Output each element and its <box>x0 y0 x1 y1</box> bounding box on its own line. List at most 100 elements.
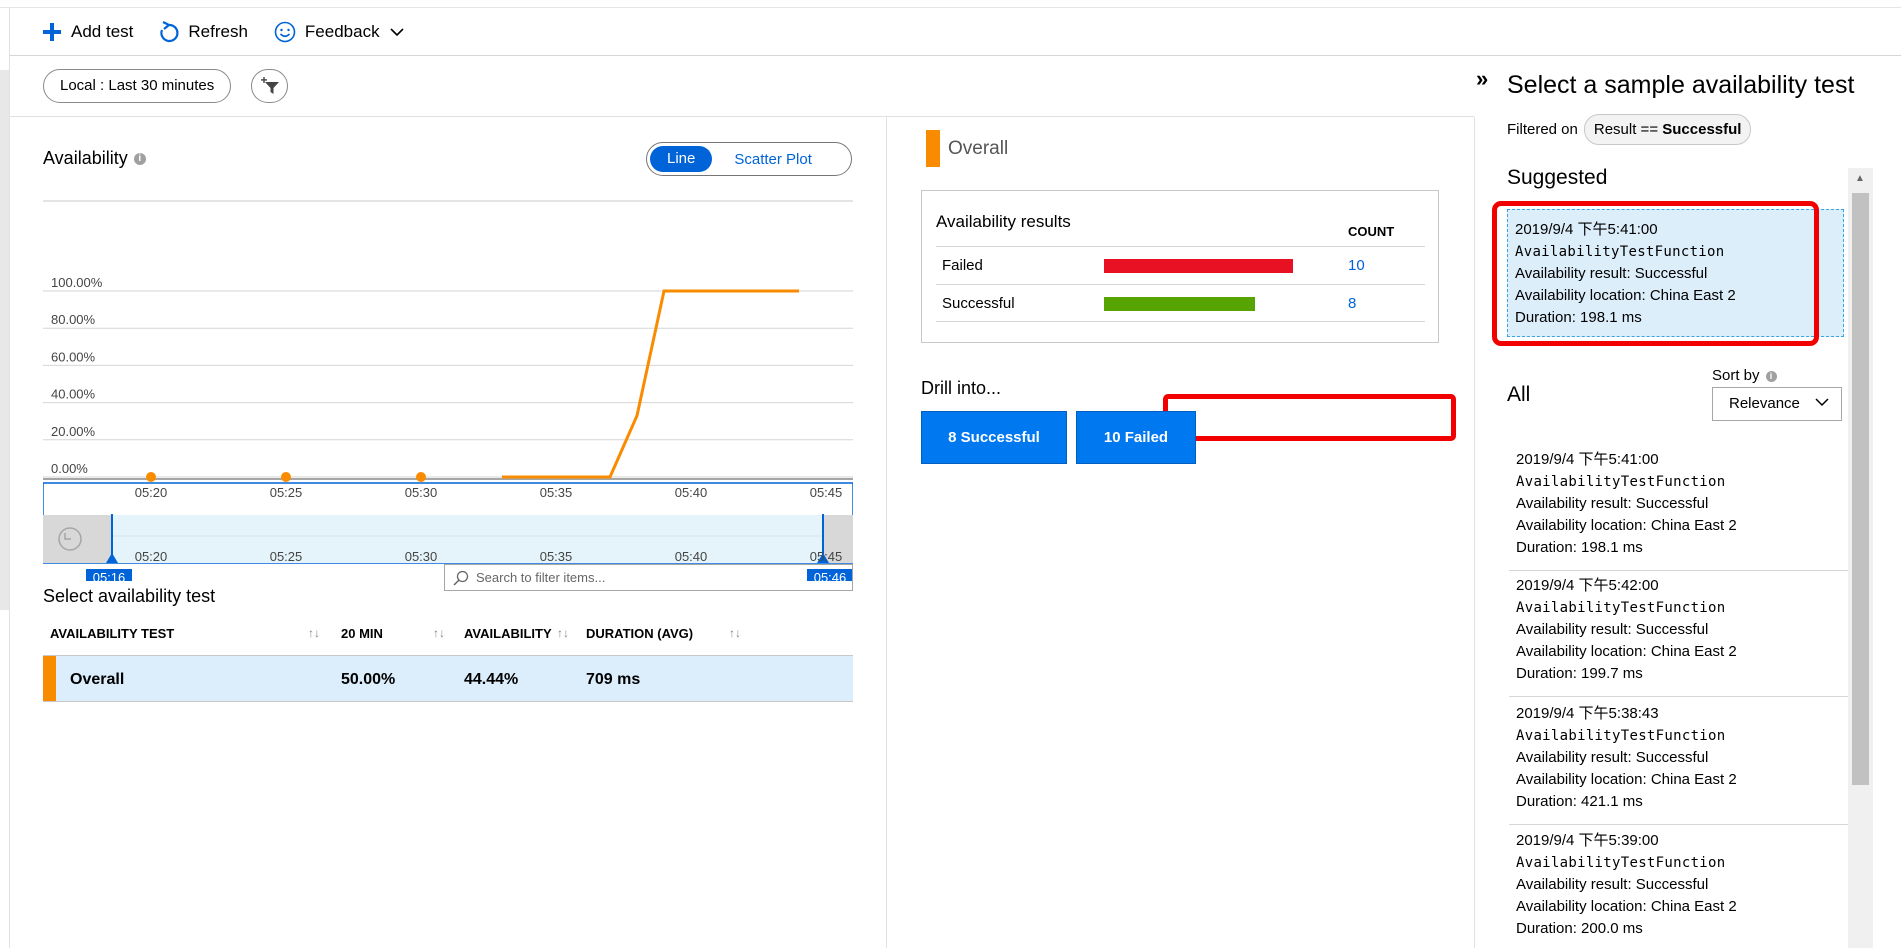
location-value: China East 2 <box>1650 898 1737 915</box>
x-tick-label: 05:45 <box>810 485 843 500</box>
filter-chip[interactable]: Result == Successful <box>1583 114 1752 145</box>
table-row[interactable]: Overall 50.00% 44.44% 709 ms <box>43 655 853 702</box>
sample-function: AvailabilityTestFunction <box>1516 728 1726 744</box>
sample-duration: Duration: 199.7 ms <box>1516 663 1841 685</box>
result-value: Successful <box>1635 876 1709 893</box>
count-header: COUNT <box>1348 224 1395 239</box>
sort-by-label: Sort by i <box>1712 367 1777 384</box>
brush-tick-label: 05:30 <box>405 549 438 564</box>
time-range-pill[interactable]: Local : Last 30 minutes <box>43 69 232 103</box>
location-value: China East 2 <box>1650 643 1737 660</box>
sample-result: Availability result: Successful <box>1516 874 1841 896</box>
legend-swatch <box>926 130 940 167</box>
results-scrollbar[interactable]: ▲ <box>1848 168 1873 948</box>
sample-list-item[interactable]: 2019/9/4 下午5:39:00 AvailabilityTestFuncti… <box>1509 824 1848 948</box>
sort-icon[interactable]: ↑↓ <box>433 626 445 640</box>
duration-value: 421.1 ms <box>1581 793 1643 810</box>
sample-time: 2019/9/4 下午5:42:00 <box>1516 577 1659 594</box>
info-icon[interactable]: i <box>133 153 146 166</box>
sort-icon[interactable]: ↑↓ <box>557 626 569 640</box>
result-count[interactable]: 8 <box>1348 295 1356 312</box>
brush-selection <box>112 515 823 563</box>
x-tick-label: 05:25 <box>270 485 303 500</box>
sort-by-text: Sort by <box>1712 367 1760 384</box>
info-icon[interactable]: i <box>1765 370 1777 382</box>
highlight-annotation <box>1492 201 1819 346</box>
availability-point <box>281 472 291 482</box>
drill-failed-button[interactable]: 10 Failed <box>1076 411 1196 464</box>
toggle-scatter-plot[interactable]: Scatter Plot <box>712 151 812 168</box>
result-row-failed[interactable]: Failed 10 <box>936 246 1425 284</box>
brush-tick-label: 05:45 <box>810 549 843 564</box>
highlight-annotation <box>1163 394 1456 441</box>
location-label: Availability location: <box>1516 771 1647 788</box>
sample-location: Availability location: China East 2 <box>1516 769 1841 791</box>
result-label: Successful <box>942 295 1015 312</box>
sample-location: Availability location: China East 2 <box>1516 515 1841 537</box>
row-duration: 709 ms <box>586 671 641 688</box>
collapse-pane-button[interactable]: » <box>1476 66 1488 92</box>
chevron-down-icon <box>1815 398 1829 407</box>
sample-list-item[interactable]: 2019/9/4 下午5:42:00 AvailabilityTestFuncti… <box>1509 569 1848 697</box>
result-bar-failed <box>1104 259 1293 273</box>
refresh-button[interactable]: Refresh <box>159 20 248 43</box>
duration-value: 200.0 ms <box>1581 920 1643 937</box>
sort-icon[interactable]: ↑↓ <box>308 626 320 640</box>
result-value: Successful <box>1635 749 1709 766</box>
sample-selection-pane: » Select a sample availability test Filt… <box>1476 56 1901 948</box>
drill-into-title: Drill into... <box>921 378 1002 398</box>
left-scrollbar[interactable] <box>0 70 9 610</box>
availability-line-chart: 100.00% 80.00% 60.00% 40.00% 20.00% 0.00% 05:2… <box>43 200 853 581</box>
location-label: Availability location: <box>1516 898 1647 915</box>
add-test-button[interactable]: Add test <box>42 22 133 42</box>
result-row-successful[interactable]: Successful 8 <box>936 284 1425 322</box>
y-tick-label: 20.00% <box>51 424 96 439</box>
sample-function: AvailabilityTestFunction <box>1516 600 1726 616</box>
filter-chip-value: Successful <box>1662 121 1742 138</box>
plus-icon <box>43 22 61 41</box>
result-count[interactable]: 10 <box>1348 257 1365 274</box>
sample-location: Availability location: China East 2 <box>1516 896 1841 918</box>
availability-point <box>416 472 426 482</box>
col-availability[interactable]: AVAILABILITY <box>464 626 552 641</box>
sort-icon[interactable]: ↑↓ <box>729 626 741 640</box>
chevron-down-icon <box>390 27 404 36</box>
refresh-label: Refresh <box>188 21 248 41</box>
sample-result: Availability result: Successful <box>1516 747 1841 769</box>
sample-function: AvailabilityTestFunction <box>1516 474 1726 490</box>
drill-successful-button[interactable]: 8 Successful <box>921 411 1067 464</box>
toggle-line[interactable]: Line <box>650 146 713 172</box>
brush-tick-label: 05:40 <box>675 549 708 564</box>
feedback-button[interactable]: Feedback <box>274 21 413 43</box>
all-title: All <box>1507 383 1531 406</box>
result-bar-successful <box>1104 297 1256 311</box>
search-input[interactable]: Search to filter items... <box>444 564 853 591</box>
brush-excluded-left <box>43 515 112 563</box>
location-value: China East 2 <box>1650 771 1737 788</box>
x-tick-label: 05:40 <box>675 485 708 500</box>
col-20-min[interactable]: 20 MIN <box>341 626 383 641</box>
filtered-on-label: Filtered on <box>1507 121 1578 138</box>
results-pane: Overall Availability results COUNT Faile… <box>888 117 1475 948</box>
sort-by-dropdown[interactable]: Relevance <box>1712 387 1842 421</box>
sample-duration: Duration: 198.1 ms <box>1516 537 1841 559</box>
location-label: Availability location: <box>1516 643 1647 660</box>
sample-result: Availability result: Successful <box>1516 493 1841 515</box>
chart-type-toggle[interactable]: Line Scatter Plot <box>646 142 852 176</box>
sample-list-item[interactable]: 2019/9/4 下午5:38:43 AvailabilityTestFuncti… <box>1509 697 1848 825</box>
sample-list-item[interactable]: 2019/9/4 下午5:41:00 AvailabilityTestFuncti… <box>1509 443 1848 571</box>
scrollbar-thumb[interactable] <box>1852 193 1869 785</box>
sample-time: 2019/9/4 下午5:38:43 <box>1516 705 1659 722</box>
brush-start-label: 05:16 <box>93 570 126 581</box>
duration-label: Duration: <box>1516 793 1577 810</box>
add-test-label: Add test <box>71 21 134 41</box>
brush-tick-label: 05:25 <box>270 549 303 564</box>
overall-legend[interactable]: Overall <box>926 130 1008 167</box>
y-tick-label: 100.00% <box>51 275 103 290</box>
filter-summary: Filtered on Result == Successful <box>1507 114 1752 145</box>
col-availability-test[interactable]: AVAILABILITY TEST <box>50 626 174 641</box>
col-duration-avg[interactable]: DURATION (AVG) <box>586 626 693 641</box>
add-filter-button[interactable] <box>251 69 288 103</box>
legend-label: Overall <box>948 137 1009 159</box>
scroll-up-arrow[interactable]: ▲ <box>1855 173 1865 184</box>
